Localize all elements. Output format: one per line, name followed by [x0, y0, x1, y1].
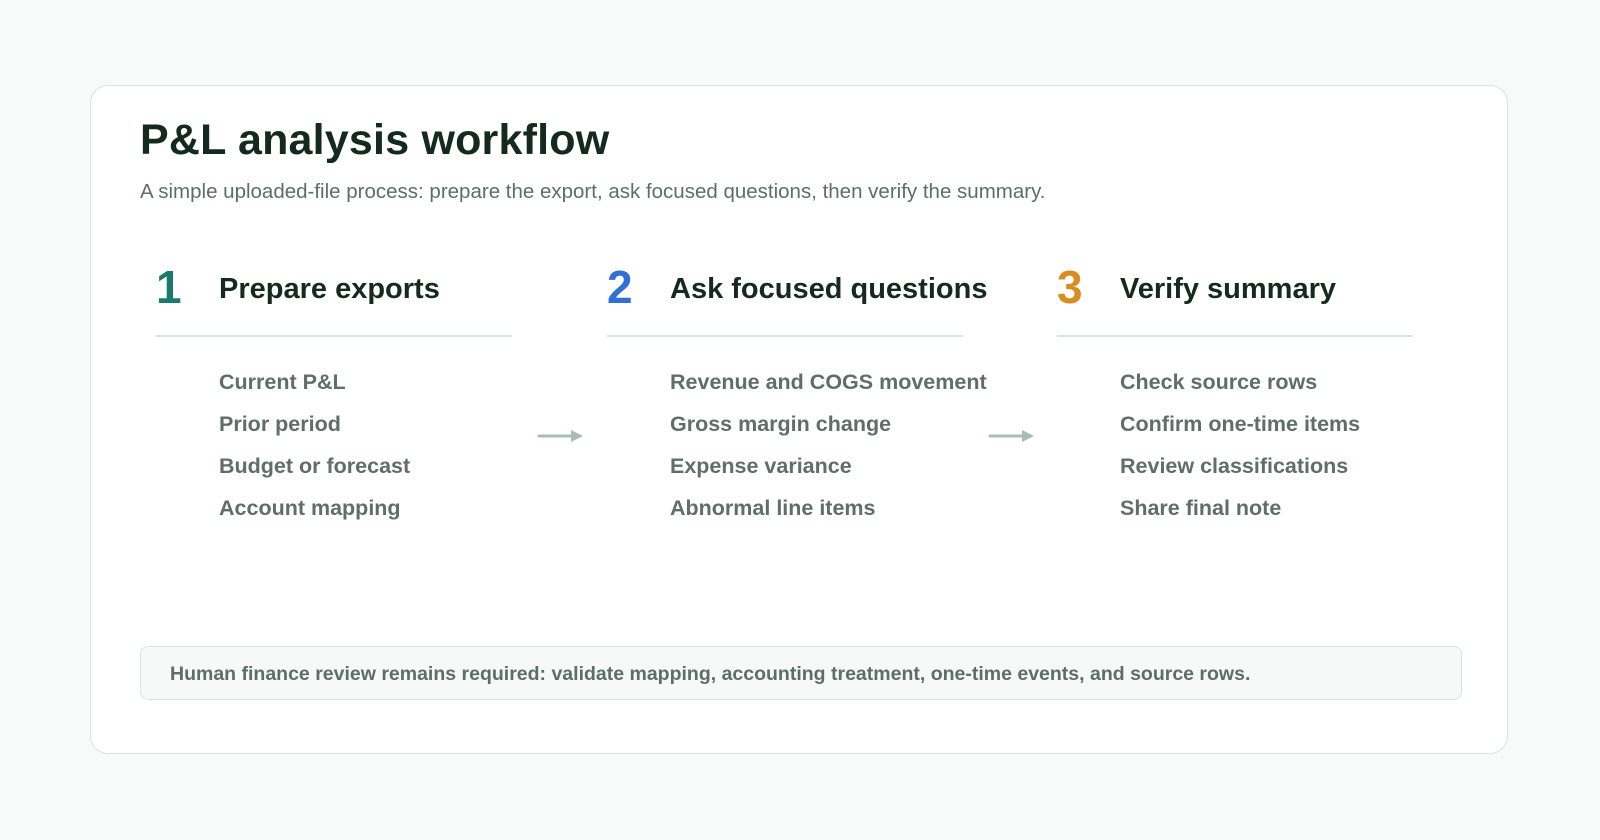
step-title: Prepare exports	[219, 273, 440, 305]
step-3: 3 Verify summary Check source rows Confi…	[1057, 261, 1457, 561]
page-subtitle: A simple uploaded-file process: prepare …	[140, 180, 1046, 203]
step-item-list: Revenue and COGS movement Gross margin c…	[670, 361, 987, 529]
list-item: Account mapping	[219, 496, 401, 520]
step-number: 2	[607, 261, 633, 313]
workflow-card: P&L analysis workflow A simple uploaded-…	[90, 85, 1508, 754]
list-item: Prior period	[219, 412, 341, 436]
step-divider	[156, 335, 512, 337]
step-1: 1 Prepare exports Current P&L Prior peri…	[156, 261, 556, 561]
list-item: Gross margin change	[670, 412, 892, 436]
step-number: 1	[156, 261, 182, 313]
step-2: 2 Ask focused questions Revenue and COGS…	[607, 261, 1007, 561]
review-notice: Human finance review remains required: v…	[140, 646, 1462, 700]
list-item: Budget or forecast	[219, 454, 411, 478]
list-item: Share final note	[1120, 496, 1282, 520]
arrow-right-icon	[537, 430, 583, 442]
step-number: 3	[1057, 261, 1083, 313]
step-divider	[1057, 335, 1413, 337]
list-item: Review classifications	[1120, 454, 1349, 478]
step-item-list: Check source rows Confirm one-time items…	[1120, 361, 1360, 529]
page-title: P&L analysis workflow	[140, 116, 610, 164]
list-item: Confirm one-time items	[1120, 412, 1361, 436]
list-item: Revenue and COGS movement	[670, 370, 987, 394]
step-title: Ask focused questions	[670, 273, 988, 305]
review-notice-text: Human finance review remains required: v…	[170, 663, 1251, 685]
list-item: Abnormal line items	[670, 496, 876, 520]
step-divider	[607, 335, 963, 337]
list-item: Check source rows	[1120, 370, 1318, 394]
list-item: Current P&L	[219, 370, 346, 394]
step-title: Verify summary	[1120, 273, 1337, 305]
step-item-list: Current P&L Prior period Budget or forec…	[219, 361, 410, 529]
list-item: Expense variance	[670, 454, 852, 478]
arrow-right-icon	[988, 430, 1034, 442]
